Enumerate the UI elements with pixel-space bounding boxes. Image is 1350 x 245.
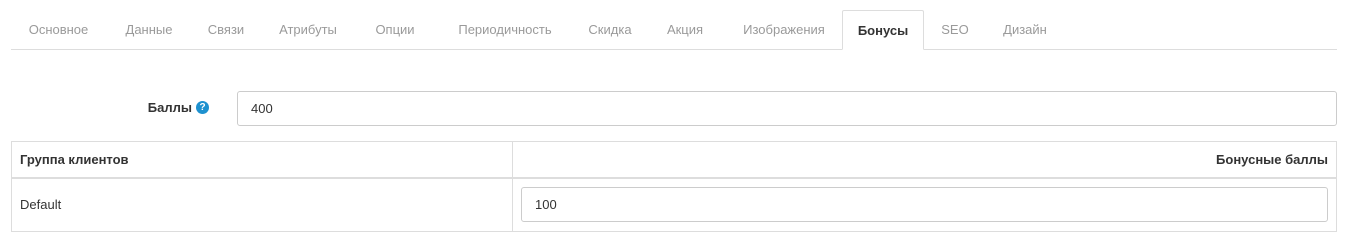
- tab-data[interactable]: Данные: [111, 10, 187, 50]
- tab-images[interactable]: Изображения: [724, 10, 844, 50]
- tab-design[interactable]: Дизайн: [988, 10, 1062, 50]
- bonus-points-input[interactable]: [521, 187, 1328, 223]
- tab-options[interactable]: Опции: [361, 10, 429, 50]
- tab-bar: Основное Данные Связи Атрибуты Опции Пер…: [11, 10, 1337, 50]
- tab-special[interactable]: Акция: [652, 10, 718, 50]
- reward-points-table: Группа клиентов Бонусные баллы Default: [11, 141, 1337, 232]
- points-label-group: Баллы?: [11, 91, 209, 125]
- points-input[interactable]: [237, 91, 1337, 126]
- tab-links[interactable]: Связи: [195, 10, 257, 50]
- tab-general[interactable]: Основное: [11, 10, 106, 50]
- question-circle-icon[interactable]: ?: [196, 101, 209, 115]
- tab-discount[interactable]: Скидка: [573, 10, 647, 50]
- bonus-points-cell: [512, 177, 1337, 232]
- bonus-points-header: Бонусные баллы: [512, 141, 1337, 179]
- tab-attributes[interactable]: Атрибуты: [265, 10, 351, 50]
- customer-group-cell: Default: [11, 177, 513, 232]
- tab-seo[interactable]: SEO: [929, 10, 981, 50]
- tab-recurring[interactable]: Периодичность: [438, 10, 572, 50]
- customer-group-header: Группа клиентов: [11, 141, 513, 179]
- table-row: Default: [11, 177, 1337, 232]
- table-header-row: Группа клиентов Бонусные баллы: [11, 141, 1337, 179]
- tab-reward-points[interactable]: Бонусы: [842, 10, 924, 50]
- points-label: Баллы: [147, 100, 192, 115]
